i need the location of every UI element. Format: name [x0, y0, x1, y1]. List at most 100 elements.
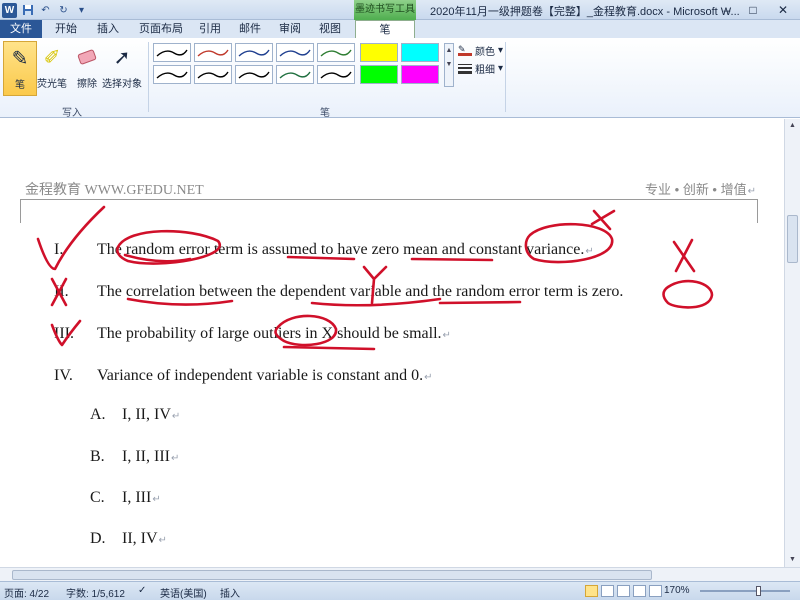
contextual-tab-title: 墨迹书写工具	[354, 0, 416, 20]
group-divider	[505, 42, 506, 112]
scroll-thumb[interactable]	[787, 215, 798, 263]
word-count[interactable]: 字数: 1/5,612	[66, 585, 125, 600]
pen-style-swatch[interactable]	[235, 65, 273, 84]
pen-gallery	[153, 43, 443, 87]
eraser-icon	[74, 43, 100, 71]
ink-underline	[282, 345, 376, 351]
highlighter-icon: ✐	[43, 46, 61, 69]
highlighter-tool-label: 荧光笔	[37, 79, 67, 90]
pen-icon: ✎	[11, 47, 29, 70]
scroll-down-icon[interactable]: ▼	[785, 553, 800, 567]
ink-underline	[410, 257, 494, 262]
close-button[interactable]: ✕	[766, 0, 800, 20]
header-rule	[20, 199, 758, 223]
highlighter-style-swatch[interactable]	[401, 65, 439, 84]
thickness-icon	[458, 63, 472, 74]
full-screen-view-icon[interactable]	[601, 585, 614, 597]
option-value: II, IV↵	[122, 530, 167, 547]
ink-thickness-button[interactable]: 粗细 ▾	[458, 61, 503, 76]
pen-style-swatch[interactable]	[153, 43, 191, 62]
web-layout-view-icon[interactable]	[617, 585, 630, 597]
pen-tool-button[interactable]: ✎ 笔	[3, 41, 37, 96]
document-workspace: 金程教育 WWW.GFEDU.NET 专业 • 创新 • 增值↵ I. The …	[0, 119, 800, 567]
statement-text: The probability of large outliers in X s…	[97, 325, 451, 342]
option-letter: B.	[90, 448, 105, 465]
window-title: 2020年11月一级押题卷【完整】_金程教育.docx - Microsoft …	[430, 6, 740, 18]
header-slogan-text: 专业 • 创新 • 增值	[645, 182, 747, 197]
tab-home[interactable]: 开始	[48, 20, 84, 38]
chevron-down-icon: ▾	[498, 63, 504, 74]
highlighter-style-swatch[interactable]	[401, 43, 439, 62]
zoom-slider-knob[interactable]	[756, 586, 761, 596]
highlighter-style-swatch[interactable]	[360, 65, 398, 84]
tab-page-layout[interactable]: 页面布局	[132, 20, 190, 38]
gallery-scroll-buttons[interactable]: ▲ ▼	[444, 43, 454, 87]
highlighter-tool-button[interactable]: ✐ 荧光笔	[34, 41, 70, 96]
pens-group-label: 笔	[320, 108, 330, 119]
title-bar: W ↶ ↻ ▾ 墨迹书写工具 2020年11月一级押题卷【完整】_金程教育.do…	[0, 0, 800, 20]
tab-references[interactable]: 引用	[192, 20, 228, 38]
select-objects-button[interactable]: ➚ 选择对象	[102, 41, 142, 96]
pen-style-swatch[interactable]	[194, 65, 232, 84]
horizontal-scrollbar[interactable]	[0, 567, 800, 581]
quick-access-toolbar: W ↶ ↻ ▾	[2, 2, 89, 18]
outline-view-icon[interactable]	[633, 585, 646, 597]
save-icon[interactable]	[20, 3, 35, 18]
vertical-scrollbar[interactable]: ▲ ▼	[784, 119, 800, 567]
zoom-level[interactable]: 170%	[664, 585, 690, 596]
ink-color-icon: ✎	[458, 44, 472, 56]
ink-color-label: 颜色	[475, 47, 495, 58]
eraser-tool-button[interactable]: 擦除	[70, 41, 104, 96]
insert-mode[interactable]: 插入	[220, 585, 240, 600]
statement-number: III.	[54, 325, 74, 342]
print-layout-view-icon[interactable]	[585, 585, 598, 597]
eraser-tool-label: 擦除	[77, 79, 97, 90]
tab-pen[interactable]: 笔	[355, 20, 415, 38]
tab-review[interactable]: 审阅	[272, 20, 308, 38]
proofing-icon[interactable]: ✓	[138, 585, 146, 596]
language-indicator[interactable]: 英语(美国)	[160, 585, 207, 600]
pen-style-swatch[interactable]	[317, 65, 355, 84]
statement-number: I.	[54, 241, 64, 258]
redo-icon[interactable]: ↻	[56, 3, 71, 18]
document-page[interactable]: 金程教育 WWW.GFEDU.NET 专业 • 创新 • 增值↵ I. The …	[0, 119, 784, 567]
ink-underline	[438, 300, 522, 305]
zoom-slider[interactable]	[700, 586, 790, 596]
statement-text: The random error term is assumed to have…	[97, 241, 594, 258]
customize-icon[interactable]: ▾	[74, 3, 89, 18]
ink-cross	[672, 238, 696, 273]
scroll-up-icon[interactable]: ▲	[785, 119, 800, 133]
undo-icon[interactable]: ↶	[38, 3, 53, 18]
select-cursor-icon: ➚	[113, 46, 131, 69]
ribbon: ✎ 笔 ✐ 荧光笔 擦除 ➚ 选择对象 写入 ▲ ▼ ✎ 颜色 ▾ 粗细 ▾ 笔	[0, 38, 800, 119]
maximize-button[interactable]: □	[740, 0, 766, 20]
ink-color-button[interactable]: ✎ 颜色 ▾	[458, 43, 503, 58]
tab-file[interactable]: 文件	[0, 20, 42, 38]
hscroll-thumb[interactable]	[12, 570, 652, 580]
window-controls: – □ ✕	[714, 0, 800, 20]
pen-style-swatch[interactable]	[276, 43, 314, 62]
pen-style-swatch[interactable]	[153, 65, 191, 84]
pen-tool-label: 笔	[15, 80, 25, 91]
option-value: I, II, IV↵	[122, 406, 181, 423]
tab-insert[interactable]: 插入	[90, 20, 126, 38]
option-letter: D.	[90, 530, 106, 547]
pen-style-swatch[interactable]	[276, 65, 314, 84]
option-letter: C.	[90, 489, 105, 506]
statement-text: The correlation between the dependent va…	[97, 283, 624, 300]
minimize-button[interactable]: –	[714, 0, 740, 20]
option-value: I, III↵	[122, 489, 161, 506]
status-bar: 页面: 4/22 字数: 1/5,612 ✓ 英语(美国) 插入 170%	[0, 581, 800, 600]
highlighter-style-swatch[interactable]	[360, 43, 398, 62]
draft-view-icon[interactable]	[649, 585, 662, 597]
option-letter: A.	[90, 406, 106, 423]
word-icon[interactable]: W	[2, 2, 17, 18]
tab-mailings[interactable]: 邮件	[232, 20, 268, 38]
pen-style-swatch[interactable]	[317, 43, 355, 62]
ribbon-tabs: 文件 开始 插入 页面布局 引用 邮件 审阅 视图 笔	[0, 20, 800, 38]
pen-style-swatch[interactable]	[194, 43, 232, 62]
pen-style-swatch[interactable]	[235, 43, 273, 62]
tab-view[interactable]: 视图	[312, 20, 348, 38]
page-indicator[interactable]: 页面: 4/22	[4, 585, 49, 600]
header-brand: 金程教育 WWW.GFEDU.NET	[25, 183, 204, 198]
